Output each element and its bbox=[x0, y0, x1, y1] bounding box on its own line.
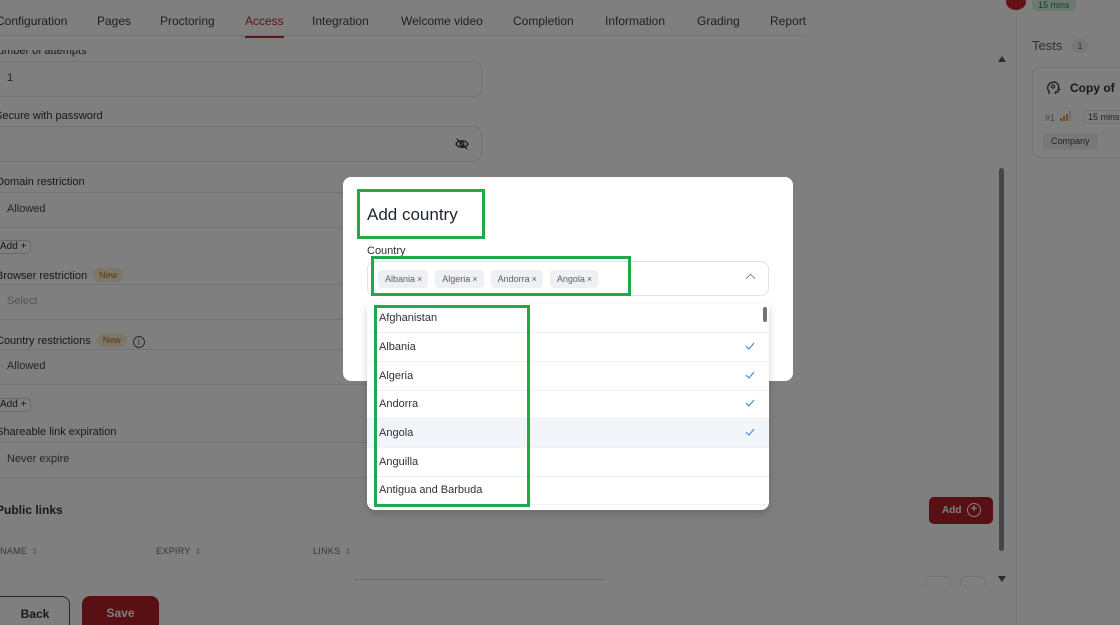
check-icon bbox=[745, 371, 755, 379]
check-icon bbox=[745, 399, 755, 407]
annotation-box-options bbox=[374, 305, 530, 507]
chevron-up-icon[interactable] bbox=[745, 273, 756, 284]
annotation-box-title bbox=[357, 189, 485, 239]
dropdown-scrollbar-thumb[interactable] bbox=[763, 307, 767, 322]
check-icon bbox=[745, 342, 755, 350]
check-icon bbox=[745, 428, 755, 436]
annotation-box-chips bbox=[371, 256, 631, 296]
